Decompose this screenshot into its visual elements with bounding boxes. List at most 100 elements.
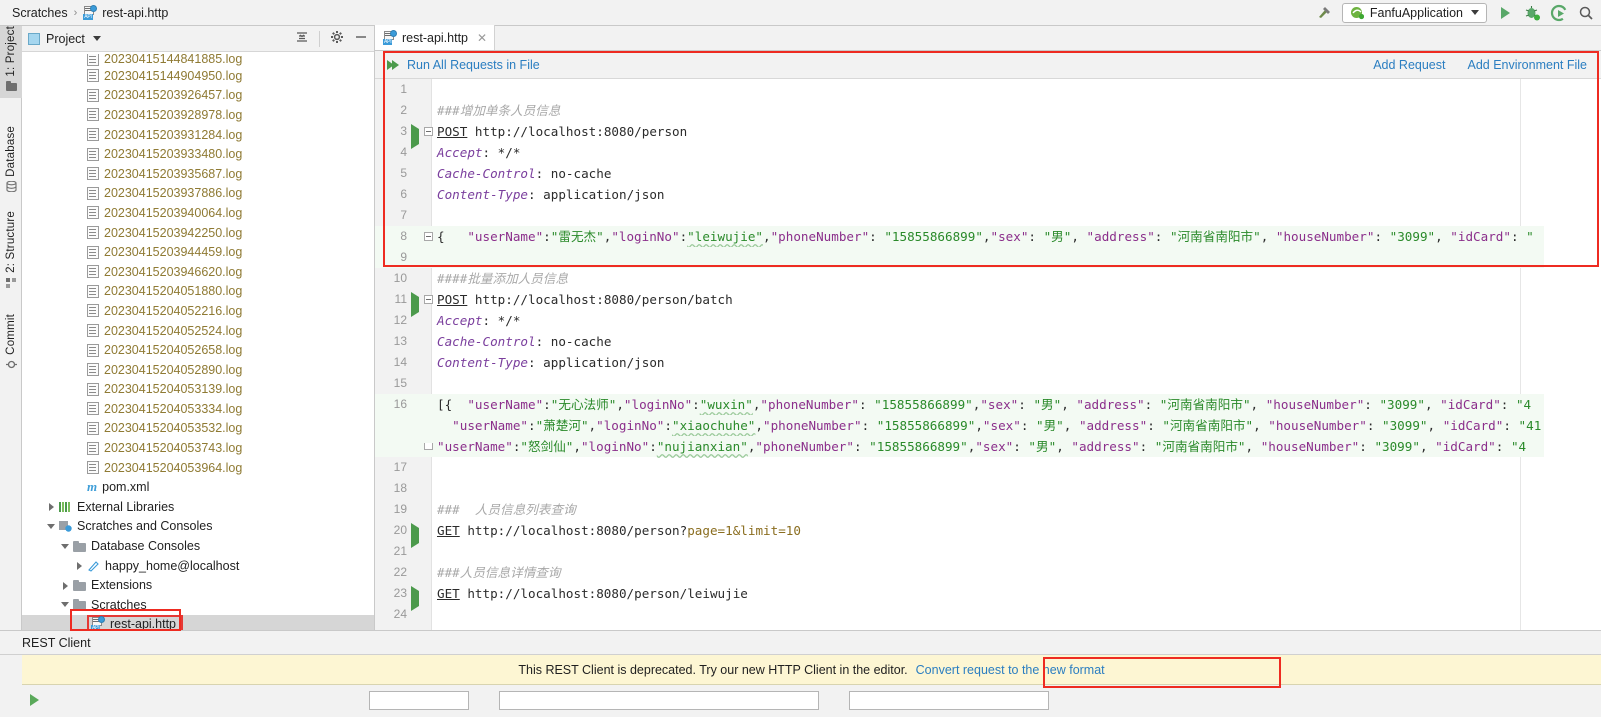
code-line[interactable]: 1 xyxy=(375,79,1601,100)
search-icon[interactable] xyxy=(1577,4,1595,22)
tree-item[interactable]: 20230415204052658.log xyxy=(22,340,374,360)
tree-item[interactable]: 20230415204053139.log xyxy=(22,380,374,400)
code-line[interactable]: 19 ### 人员信息列表查询 xyxy=(375,499,1601,520)
chevron-right-icon[interactable] xyxy=(60,580,71,591)
code-fold-icon[interactable] xyxy=(424,295,433,304)
run-request-gutter-icon[interactable] xyxy=(411,292,422,317)
code-line[interactable]: 24 xyxy=(375,604,1601,625)
minimize-icon[interactable] xyxy=(354,30,368,47)
tree-item[interactable]: 20230415204052216.log xyxy=(22,301,374,321)
code-line[interactable]: 20 GET http://localhost:8080/person?page=… xyxy=(375,520,1601,548)
debug-button[interactable] xyxy=(1523,4,1541,22)
code-fold-icon[interactable] xyxy=(424,232,433,241)
tree-item[interactable]: 20230415203926457.log xyxy=(22,86,374,106)
add-request-button[interactable]: Add Request xyxy=(1373,58,1445,72)
chevron-down-icon[interactable] xyxy=(60,541,71,552)
chevron-right-icon[interactable] xyxy=(46,501,57,512)
tree-item[interactable]: 20230415203946620.log xyxy=(22,262,374,282)
code-line[interactable]: 14 Content-Type: application/json xyxy=(375,352,1601,373)
tree-item[interactable]: 20230415203935687.log xyxy=(22,164,374,184)
code-line[interactable]: 4 Accept: */* xyxy=(375,142,1601,163)
code-editor[interactable]: 1 2 ###增加单条人员信息 3 POST http://localhost:8080… xyxy=(375,79,1601,630)
close-icon[interactable]: ✕ xyxy=(477,31,487,45)
code-content[interactable]: 1 2 ###增加单条人员信息 3 POST http://localhost:8080… xyxy=(375,79,1601,630)
tree-item[interactable]: 20230415203931284.log xyxy=(22,125,374,145)
tree-item[interactable]: happy_home@localhost xyxy=(22,556,374,576)
code-line[interactable]: 7 xyxy=(375,205,1601,226)
code-line[interactable]: 9 xyxy=(375,247,1601,268)
chevron-down-icon[interactable] xyxy=(46,521,57,532)
tree-item[interactable]: 20230415204052524.log xyxy=(22,321,374,341)
gear-icon[interactable] xyxy=(330,30,344,47)
tree-item[interactable]: Extensions xyxy=(22,575,374,595)
run-icon[interactable] xyxy=(30,694,39,706)
tree-item[interactable]: External Libraries xyxy=(22,497,374,517)
host-url-field[interactable] xyxy=(499,690,819,710)
run-configuration-selector[interactable]: FanfuApplication xyxy=(1341,2,1487,23)
tree-item[interactable]: 20230415204052890.log xyxy=(22,360,374,380)
run-request-gutter-icon[interactable] xyxy=(411,124,422,149)
run-all-requests-button[interactable]: Run All Requests in File xyxy=(387,58,540,72)
convert-request-link[interactable]: Convert request to the new format xyxy=(916,663,1105,677)
sidebar-item-project[interactable]: 1: Project xyxy=(0,26,22,98)
editor-tab-rest-api-http[interactable]: API rest-api.http ✕ xyxy=(375,25,496,50)
code-line[interactable]: 3 POST http://localhost:8080/person xyxy=(375,121,1601,149)
tree-item[interactable]: 20230415203942250.log xyxy=(22,223,374,243)
tree-item[interactable]: 20230415204053532.log xyxy=(22,419,374,439)
breadcrumb-file[interactable]: API rest-api.http xyxy=(83,4,168,20)
tree-item[interactable]: 20230415204053964.log xyxy=(22,458,374,478)
tree-item[interactable]: Database Consoles xyxy=(22,536,374,556)
code-line[interactable]: 5 Cache-Control: no-cache xyxy=(375,163,1601,184)
code-token: "怒剑仙" xyxy=(520,439,574,454)
sidebar-item-database[interactable]: Database xyxy=(0,126,22,198)
code-line[interactable]: 12 Accept: */* xyxy=(375,310,1601,331)
tree-item[interactable]: API rest-api.http xyxy=(22,614,374,630)
http-method-field[interactable] xyxy=(369,690,469,710)
tree-item[interactable]: 20230415204053334.log xyxy=(22,399,374,419)
code-line[interactable]: 18 xyxy=(375,478,1601,499)
tree-item[interactable]: 20230415144841885.log xyxy=(22,54,374,66)
code-line[interactable]: 11 POST http://localhost:8080/person/batc… xyxy=(375,289,1601,317)
code-line[interactable]: 22 ###人员信息详情查询 xyxy=(375,562,1601,583)
code-line[interactable]: 6 Content-Type: application/json xyxy=(375,184,1601,205)
chevron-right-icon[interactable] xyxy=(74,560,85,571)
tree-item[interactable]: Scratches xyxy=(22,595,374,615)
code-line[interactable]: 8{ "userName":"雷无杰","loginNo":"leiwujie"… xyxy=(375,226,1601,247)
code-line[interactable]: 16[{ "userName":"无心法师","loginNo":"wuxin"… xyxy=(375,394,1601,415)
tree-item[interactable]: Scratches and Consoles xyxy=(22,517,374,537)
chevron-down-icon[interactable] xyxy=(60,599,71,610)
sidebar-item-commit[interactable]: Commit xyxy=(0,314,22,376)
code-line[interactable]: 2 ###增加单条人员信息 xyxy=(375,100,1601,121)
code-line[interactable]: 21 xyxy=(375,541,1601,562)
code-line[interactable]: 13 Cache-Control: no-cache xyxy=(375,331,1601,352)
add-environment-file-button[interactable]: Add Environment File xyxy=(1467,58,1587,72)
tree-item[interactable]: m pom.xml xyxy=(22,477,374,497)
run-request-gutter-icon[interactable] xyxy=(411,523,422,548)
breadcrumb-root[interactable]: Scratches xyxy=(12,6,68,20)
code-line[interactable]: 23 GET http://localhost:8080/person/leiwu… xyxy=(375,583,1601,611)
run-with-coverage-button[interactable] xyxy=(1550,4,1568,22)
code-line[interactable]: "userName":"怒剑仙","loginNo":"nujianxian",… xyxy=(375,436,1601,457)
hammer-icon[interactable] xyxy=(1315,4,1333,22)
sidebar-item-structure[interactable]: 2: Structure xyxy=(0,211,22,294)
tree-item[interactable]: 20230415203937886.log xyxy=(22,184,374,204)
run-request-gutter-icon[interactable] xyxy=(411,586,422,611)
run-button[interactable] xyxy=(1496,4,1514,22)
code-line[interactable]: 17 xyxy=(375,457,1601,478)
tree-item[interactable]: 20230415203928978.log xyxy=(22,105,374,125)
tree-item[interactable]: 20230415144904950.log xyxy=(22,66,374,86)
collapse-all-icon[interactable] xyxy=(295,30,309,47)
tree-item[interactable]: 20230415203940064.log xyxy=(22,203,374,223)
tree-item[interactable]: 20230415203944459.log xyxy=(22,242,374,262)
code-line[interactable]: "userName":"萧楚河","loginNo":"xiaochuhe","… xyxy=(375,415,1601,436)
code-line[interactable]: 15 xyxy=(375,373,1601,394)
tree-item[interactable]: 20230415204051880.log xyxy=(22,282,374,302)
code-fold-icon[interactable] xyxy=(424,127,433,136)
tree-item[interactable]: 20230415204053743.log xyxy=(22,438,374,458)
code-fold-end-icon[interactable] xyxy=(424,443,433,450)
project-view-chevron-down-icon[interactable] xyxy=(92,36,101,41)
project-tree[interactable]: 20230415144841885.log 20230415144904950.l… xyxy=(22,52,374,630)
path-field[interactable] xyxy=(849,690,1049,710)
code-line[interactable]: 10 ####批量添加人员信息 xyxy=(375,268,1601,289)
tree-item[interactable]: 20230415203933480.log xyxy=(22,144,374,164)
